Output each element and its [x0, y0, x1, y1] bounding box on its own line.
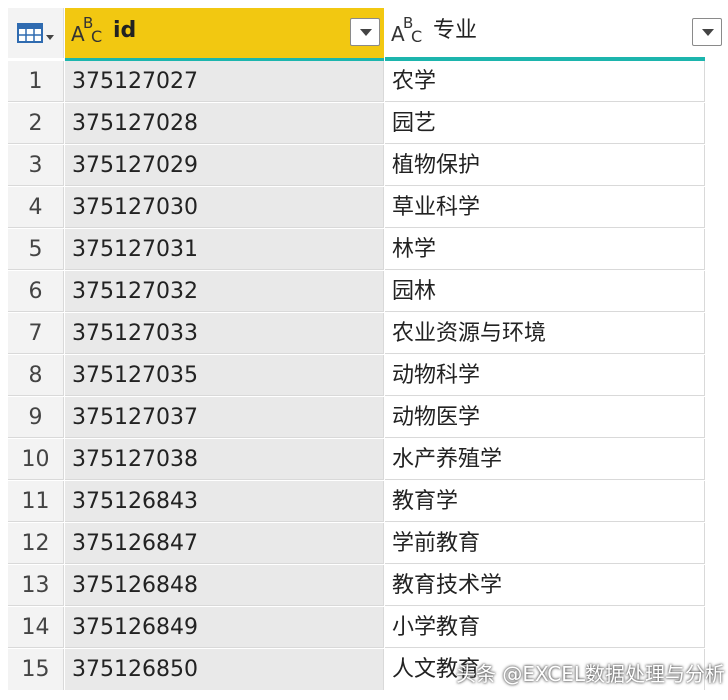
filter-dropdown-button-id[interactable] [350, 18, 380, 46]
cell-id[interactable]: 375127037 [65, 397, 384, 438]
table-row[interactable]: 1 375127027 农学 [8, 61, 720, 103]
cell-id[interactable]: 375126850 [65, 649, 384, 690]
table-row[interactable]: 4 375127030 草业科学 [8, 187, 720, 229]
column-title-id: id [113, 18, 137, 43]
table-row[interactable]: 7 375127033 农业资源与环境 [8, 313, 720, 355]
cell-major[interactable]: 教育学 [385, 481, 705, 522]
column-header-major[interactable]: ABC 专业 [385, 8, 722, 62]
cell-id[interactable]: 375127031 [65, 229, 384, 270]
row-number[interactable]: 13 [8, 565, 64, 606]
cell-major[interactable]: 农业资源与环境 [385, 313, 705, 354]
cell-major[interactable]: 农学 [385, 61, 705, 102]
column-title-major: 专业 [433, 18, 478, 43]
cell-id[interactable]: 375127029 [65, 145, 384, 186]
cell-id[interactable]: 375126849 [65, 607, 384, 648]
row-number[interactable]: 6 [8, 271, 64, 312]
row-number[interactable]: 14 [8, 607, 64, 648]
table-row[interactable]: 5 375127031 林学 [8, 229, 720, 271]
table-row[interactable]: 10 375127038 水产养殖学 [8, 439, 720, 481]
table-row[interactable]: 14 375126849 小学教育 [8, 607, 720, 649]
cell-major[interactable]: 植物保护 [385, 145, 705, 186]
table-row[interactable]: 12 375126847 学前教育 [8, 523, 720, 565]
table-row[interactable]: 8 375127035 动物科学 [8, 355, 720, 397]
row-number[interactable]: 9 [8, 397, 64, 438]
row-number[interactable]: 2 [8, 103, 64, 144]
table-menu-button[interactable] [8, 8, 64, 58]
row-number[interactable]: 8 [8, 355, 64, 396]
text-type-icon[interactable]: ABC [391, 16, 425, 47]
cell-major[interactable]: 动物科学 [385, 355, 705, 396]
cell-id[interactable]: 375127035 [65, 355, 384, 396]
filter-dropdown-button-major[interactable] [692, 18, 722, 46]
cell-major[interactable]: 园林 [385, 271, 705, 312]
row-number[interactable]: 4 [8, 187, 64, 228]
text-type-icon[interactable]: ABC [71, 16, 105, 47]
cell-id[interactable]: 375127027 [65, 61, 384, 102]
column-header-id[interactable]: ABC id [65, 8, 384, 63]
cell-id[interactable]: 375126847 [65, 523, 384, 564]
cell-id[interactable]: 375127030 [65, 187, 384, 228]
row-number[interactable]: 5 [8, 229, 64, 270]
row-number[interactable]: 1 [8, 61, 64, 102]
grid-header: ABC id ABC 专业 [8, 8, 722, 63]
cell-major[interactable]: 水产养殖学 [385, 439, 705, 480]
table-body: 1 375127027 农学 2 375127028 园艺 3 375127029 植物保护 4 3… [8, 61, 720, 691]
cell-id[interactable]: 375127028 [65, 103, 384, 144]
table-row[interactable]: 2 375127028 园艺 [8, 103, 720, 145]
row-number[interactable]: 3 [8, 145, 64, 186]
data-grid: ABC id ABC 专业 1 375127027 农学 2 375127028 园艺 3 3… [0, 0, 728, 700]
cell-major[interactable]: 学前教育 [385, 523, 705, 564]
table-row[interactable]: 13 375126848 教育技术学 [8, 565, 720, 607]
cell-id[interactable]: 375126848 [65, 565, 384, 606]
cell-id[interactable]: 375127033 [65, 313, 384, 354]
row-number[interactable]: 10 [8, 439, 64, 480]
table-row[interactable]: 11 375126843 教育学 [8, 481, 720, 523]
table-row[interactable]: 3 375127029 植物保护 [8, 145, 720, 187]
cell-major[interactable]: 动物医学 [385, 397, 705, 438]
cell-id[interactable]: 375126843 [65, 481, 384, 522]
cell-major[interactable]: 园艺 [385, 103, 705, 144]
cell-id[interactable]: 375127032 [65, 271, 384, 312]
row-number[interactable]: 11 [8, 481, 64, 522]
cell-major[interactable]: 草业科学 [385, 187, 705, 228]
row-number[interactable]: 7 [8, 313, 64, 354]
cell-id[interactable]: 375127038 [65, 439, 384, 480]
row-number[interactable]: 12 [8, 523, 64, 564]
cell-major[interactable]: 教育技术学 [385, 565, 705, 606]
watermark: 头条 @EXCEL数据处理与分析 [456, 662, 725, 686]
table-icon [17, 23, 54, 43]
table-row[interactable]: 9 375127037 动物医学 [8, 397, 720, 439]
cell-major[interactable]: 小学教育 [385, 607, 705, 648]
cell-major[interactable]: 林学 [385, 229, 705, 270]
row-number[interactable]: 15 [8, 649, 64, 690]
table-row[interactable]: 6 375127032 园林 [8, 271, 720, 313]
